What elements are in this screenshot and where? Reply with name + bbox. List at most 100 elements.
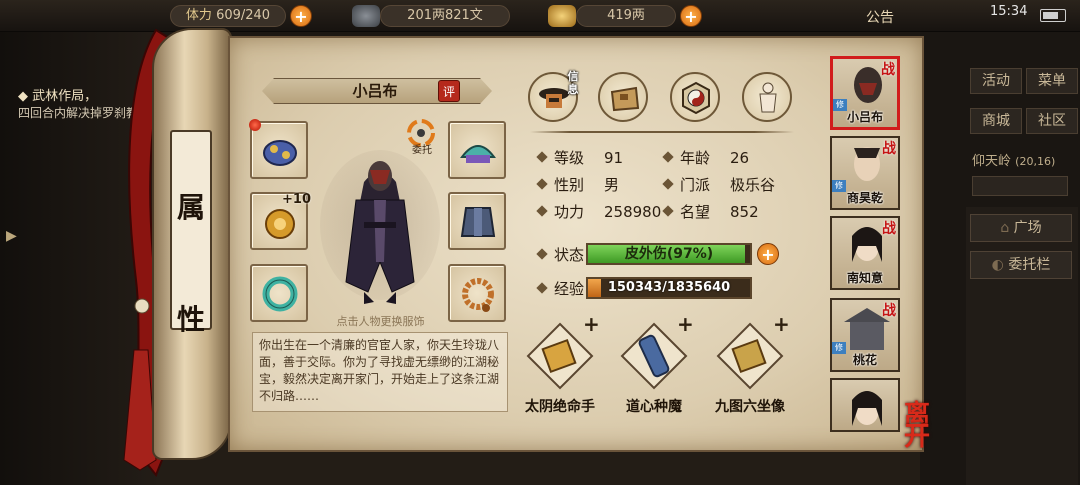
tab-bag[interactable] [598, 72, 648, 122]
skill-add-2[interactable]: + [677, 312, 694, 336]
stat-age: 年龄 26 [662, 148, 750, 168]
equip-slot-beads[interactable] [448, 264, 506, 322]
location-name: 仰天岭 [972, 154, 1012, 169]
stat-level-value: 91 [604, 149, 624, 167]
equip-slot-armor[interactable] [448, 192, 506, 250]
tab-meridian[interactable] [742, 72, 792, 122]
stats-divider [530, 131, 794, 133]
stat-gender-label: 性别 [554, 176, 585, 194]
location-coords: (20,16) [1015, 155, 1056, 168]
skill-add-1[interactable]: + [583, 312, 600, 336]
battery-icon [1040, 9, 1066, 22]
plaque-char-top: 属 [176, 191, 205, 224]
jade-ring-icon [262, 276, 298, 312]
add-gold-button[interactable]: + [680, 5, 702, 27]
roster-card-4[interactable]: 战 修 桃花 [830, 298, 900, 372]
roster-name: 商昊乾 [846, 191, 883, 205]
notification-dot [249, 119, 261, 131]
diamond-icon [662, 178, 674, 190]
community-button[interactable]: 社区 [1026, 108, 1078, 134]
gauntlet-icon [263, 140, 297, 166]
hat-icon [460, 145, 496, 163]
roster-card-2[interactable]: 战 修 商昊乾 [830, 136, 900, 210]
diamond-icon [536, 248, 548, 260]
activity-button[interactable]: 活动 [970, 68, 1022, 94]
stat-fame-value: 852 [730, 203, 759, 221]
stat-sect: 门派 极乐谷 [662, 175, 776, 195]
stamina-display: 体力 609/240 [170, 5, 286, 27]
skill-name-2: 道心种魔 [626, 399, 682, 415]
diamond-icon [536, 151, 548, 163]
channel-panel [966, 207, 1078, 485]
stat-level-label: 等级 [554, 149, 585, 167]
enhance-level: +10 [282, 192, 311, 207]
entrust-label: 委托 [412, 145, 432, 156]
stamina-value: 609/240 [216, 8, 271, 23]
diamond-icon [662, 151, 674, 163]
diamond-icon [536, 205, 548, 217]
attribute-title-plaque: 属 性 [170, 130, 212, 336]
leave-button[interactable]: 离开 [904, 402, 952, 450]
character-bio: 你出生在一个清廉的官宦人家，你天生玲珑八面，善于交际。你为了寻找虚无缥缈的江湖秘… [252, 332, 508, 412]
stat-power-value: 258980 [604, 203, 662, 221]
notice-button[interactable]: 公告 [866, 7, 894, 27]
entrust-channel-button[interactable]: ◐ 委托栏 [970, 251, 1072, 279]
equip-slot-ring[interactable] [250, 264, 308, 322]
exp-bar-text: 150343/1835640 [607, 280, 731, 295]
equip-slot-hat[interactable] [448, 121, 506, 179]
battle-tag: 战 [882, 141, 896, 157]
stat-age-value: 26 [730, 149, 750, 167]
stat-fame-label: 名望 [680, 203, 711, 221]
stat-sect-label: 门派 [680, 176, 711, 194]
character-name: 小吕布 [352, 82, 398, 100]
location-label: 仰天岭 (20,16) [972, 150, 1055, 169]
silver-value: 201两821文 [380, 5, 510, 27]
add-stamina-button[interactable]: + [290, 5, 312, 27]
clock: 15:34 [990, 4, 1028, 19]
square-label: 广场 [1013, 220, 1042, 236]
battle-tag: 战 [882, 221, 896, 237]
character-portrait[interactable] [334, 142, 426, 306]
change-outfit-hint: 点击人物更换服饰 [336, 315, 425, 328]
quest-title: 武林作局， [32, 89, 98, 104]
skill-add-3[interactable]: + [773, 312, 790, 336]
tab-yinyang[interactable] [670, 72, 720, 122]
skill-name-3: 九图六坐像 [715, 399, 785, 415]
stat-status-label: 状态 [554, 246, 585, 264]
battle-tag: 战 [881, 62, 895, 78]
gold-value: 419两 [576, 5, 676, 27]
roster-card-3[interactable]: 战 南知意 [830, 216, 900, 290]
quest-diamond-icon: ◆ [18, 89, 33, 104]
roster-name: 小吕布 [846, 110, 883, 124]
bag-icon [610, 86, 640, 112]
shop-button[interactable]: 商城 [970, 108, 1022, 134]
exp-bar: 150343/1835640 [586, 277, 752, 299]
stat-status: 状态 [536, 245, 585, 265]
menu-button[interactable]: 菜单 [1026, 68, 1078, 94]
roster-portrait [852, 391, 882, 426]
stat-power: 功力 258980 [536, 202, 662, 222]
stat-exp: 经验 [536, 279, 585, 299]
heal-status-button[interactable]: + [757, 243, 779, 265]
stat-fame: 名望 852 [662, 202, 759, 222]
diamond-icon [662, 205, 674, 217]
plaque-char-bottom: 性 [176, 303, 205, 336]
gold-ingot-icon [548, 5, 576, 27]
minimap-compass[interactable] [972, 176, 1068, 196]
skill-name-1: 太阴绝命手 [525, 399, 595, 415]
roster-card-1[interactable]: 战 修 小吕布 [830, 56, 900, 130]
channel-moon-icon: ◐ [991, 257, 1009, 273]
battle-tag: 战 [882, 303, 896, 319]
entrust-bar-label: 委托栏 [1008, 257, 1051, 273]
square-channel-button[interactable]: ⌂ 广场 [970, 214, 1072, 242]
roster-card-5[interactable] [830, 378, 900, 432]
stat-sect-value: 极乐谷 [730, 176, 776, 194]
stat-gender-value: 男 [604, 176, 620, 194]
stat-exp-label: 经验 [554, 280, 585, 298]
expand-arrow-icon[interactable]: ▶ [6, 228, 20, 254]
prayer-beads-icon [462, 278, 494, 312]
roster-name: 桃花 [852, 353, 877, 367]
rate-button[interactable]: 评 [438, 80, 460, 102]
roster-name: 南知意 [846, 271, 883, 285]
tab-info-label: 信息 [567, 70, 579, 96]
